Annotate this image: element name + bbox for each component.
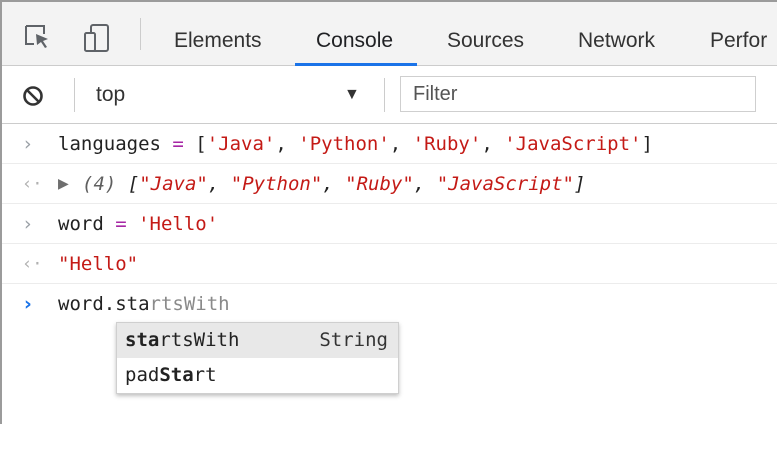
array-preview[interactable]: (4) ["Java", "Python", "Ruby", "JavaScri… — [82, 164, 585, 204]
context-selector[interactable]: top — [96, 80, 125, 110]
devtools-tab-bar: Elements Console Sources Network Perfor — [2, 2, 777, 66]
console-code: languages = ['Java', 'Python', 'Ruby', '… — [58, 133, 653, 155]
suggestion-label: startsWith — [125, 329, 240, 351]
toolbar-divider — [74, 78, 75, 112]
console-prompt[interactable]: › word.startsWith — [2, 284, 777, 324]
expand-triangle-icon[interactable]: ▶ — [58, 164, 69, 204]
filter-input[interactable] — [401, 77, 755, 111]
result-arrow-icon: ‹· — [22, 174, 43, 194]
toolbar-divider — [384, 78, 385, 112]
autocomplete-popup: startsWith String padStart — [116, 322, 399, 394]
console-code: word = 'Hello' — [58, 213, 219, 235]
console-input[interactable]: word.startsWith — [58, 284, 230, 324]
dropdown-arrow-icon[interactable]: ▼ — [344, 80, 360, 110]
tab-network[interactable]: Network — [578, 2, 655, 65]
tab-sources[interactable]: Sources — [447, 2, 524, 65]
clear-console-icon[interactable] — [22, 85, 44, 112]
autocomplete-item-startswith[interactable]: startsWith String — [117, 323, 398, 358]
console-result-line: ‹· "Hello" — [2, 244, 777, 284]
console-input-line: › languages = ['Java', 'Python', 'Ruby',… — [2, 124, 777, 164]
prompt-chevron-icon: › — [24, 133, 32, 155]
prompt-chevron-icon: › — [24, 293, 32, 315]
tab-elements[interactable]: Elements — [174, 2, 262, 65]
filter-box[interactable] — [400, 76, 756, 112]
suggestion-type: String — [319, 329, 388, 351]
inspect-element-icon[interactable] — [24, 24, 50, 55]
result-arrow-icon: ‹· — [22, 254, 43, 274]
console-result-line: ‹· ▶ (4) ["Java", "Python", "Ruby", "Jav… — [2, 164, 777, 204]
console-toolbar: top ▼ — [2, 66, 777, 124]
tab-console[interactable]: Console — [316, 2, 393, 65]
tab-performance[interactable]: Perfor — [710, 2, 767, 65]
autocomplete-item-padstart[interactable]: padStart — [117, 358, 398, 393]
prompt-chevron-icon: › — [24, 213, 32, 235]
console-result-value: "Hello" — [58, 253, 139, 275]
console-input-line: › word = 'Hello' — [2, 204, 777, 244]
device-toolbar-icon[interactable] — [84, 24, 110, 57]
toolbar-divider — [140, 18, 141, 50]
suggestion-label: padStart — [125, 364, 217, 386]
